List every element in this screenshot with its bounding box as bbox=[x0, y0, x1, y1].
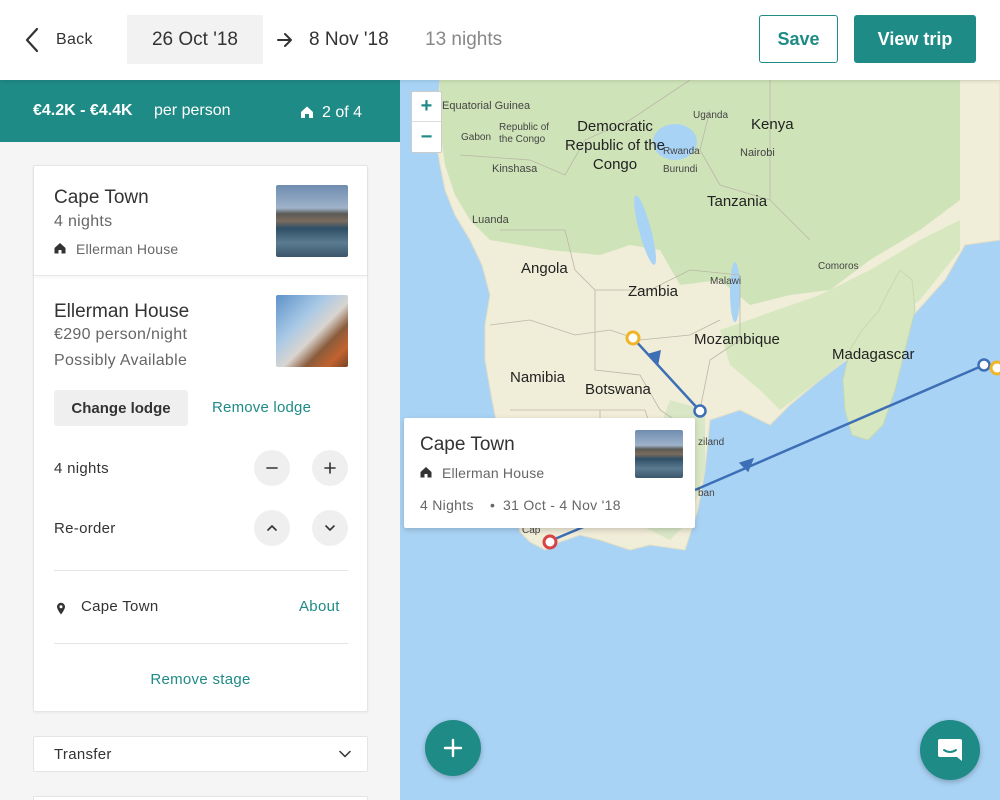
decrease-nights-button[interactable] bbox=[254, 450, 290, 486]
divider bbox=[54, 643, 348, 644]
zoom-in-button[interactable]: + bbox=[412, 92, 441, 122]
lodge-availability: Possibly Available bbox=[54, 352, 188, 369]
popup-title: Cape Town bbox=[420, 434, 515, 455]
location-name: Cape Town bbox=[81, 598, 159, 615]
increase-nights-button[interactable] bbox=[312, 450, 348, 486]
next-stage-card[interactable] bbox=[33, 796, 368, 800]
lodge-price: €290 person/night bbox=[54, 326, 188, 343]
about-link[interactable]: About bbox=[299, 598, 340, 615]
map-label: Republic of the Congo bbox=[499, 122, 550, 145]
separator-dot: • bbox=[490, 497, 495, 513]
move-down-button[interactable] bbox=[312, 510, 348, 546]
map-label: Namibia bbox=[510, 369, 566, 386]
map-label: Uganda bbox=[693, 110, 729, 121]
divider bbox=[54, 570, 348, 571]
map-label: ban bbox=[698, 488, 715, 499]
map-label: Comoros bbox=[818, 261, 859, 272]
marker-mauritius-b bbox=[989, 360, 1000, 376]
nights-label: 4 nights bbox=[54, 460, 109, 477]
minus-icon bbox=[266, 467, 278, 469]
chat-icon bbox=[938, 739, 962, 761]
per-person-label: per person bbox=[154, 102, 231, 119]
lodge-photo[interactable] bbox=[276, 295, 348, 367]
plus-icon bbox=[443, 738, 463, 758]
chevron-down-icon bbox=[325, 525, 335, 531]
popup-dates: 31 Oct - 4 Nov '18 bbox=[503, 497, 621, 513]
marker-cape-town bbox=[542, 534, 558, 550]
itinerary-sidebar: €4.2K - €4.4K per person 2 of 4 Cape Tow… bbox=[0, 80, 400, 800]
map-label: Zambia bbox=[628, 283, 679, 300]
marker-kruger bbox=[693, 404, 707, 418]
map-label: Nairobi bbox=[740, 147, 775, 159]
start-date-picker[interactable]: 26 Oct '18 bbox=[127, 15, 263, 64]
trip-nights: 13 nights bbox=[425, 29, 503, 50]
map-label: Mozambique bbox=[694, 331, 780, 348]
plus-icon bbox=[324, 462, 336, 474]
popup-lodge: Ellerman House bbox=[442, 465, 545, 481]
marker-victoria-falls bbox=[625, 330, 641, 346]
route-arrow bbox=[738, 457, 755, 473]
zoom-controls: + − bbox=[411, 91, 442, 153]
chat-button[interactable] bbox=[920, 720, 980, 780]
map-label: Botswana bbox=[585, 381, 651, 398]
chevron-up-icon bbox=[267, 525, 277, 531]
zoom-out-button[interactable]: − bbox=[412, 122, 441, 152]
stage-counter: 2 of 4 bbox=[322, 104, 363, 121]
trip-map[interactable]: Equatorial Guinea Gabon Republic of the … bbox=[400, 80, 1000, 800]
map-label: Tanzania bbox=[707, 193, 768, 210]
map-label: Luanda bbox=[472, 214, 509, 226]
popup-photo bbox=[635, 430, 683, 478]
top-bar: Back 26 Oct '18 8 Nov '18 13 nights Save… bbox=[0, 0, 1000, 80]
map-label: Angola bbox=[521, 260, 568, 277]
stage-card: Cape Town 4 nights Ellerman House Ellerm… bbox=[33, 165, 368, 712]
lake-malawi bbox=[730, 262, 740, 322]
price-range: €4.2K - €4.4K bbox=[33, 102, 133, 119]
map-label: Gabon bbox=[461, 132, 492, 143]
remove-stage-button[interactable]: Remove stage bbox=[34, 671, 367, 688]
back-label: Back bbox=[56, 31, 93, 48]
add-stage-button[interactable] bbox=[425, 720, 481, 776]
map-popup[interactable]: Cape Town Ellerman House 4 Nights • 31 O… bbox=[404, 418, 695, 528]
popup-nights: 4 Nights bbox=[420, 497, 474, 513]
reorder-label: Re-order bbox=[54, 520, 116, 537]
map-label: ziland bbox=[698, 437, 725, 448]
save-button[interactable]: Save bbox=[759, 15, 838, 63]
end-date-picker[interactable]: 8 Nov '18 bbox=[309, 29, 389, 51]
back-button[interactable]: Back bbox=[24, 26, 93, 54]
home-icon bbox=[54, 243, 66, 254]
chevron-down-icon bbox=[339, 750, 351, 758]
lodge-title: Ellerman House bbox=[54, 301, 190, 322]
home-icon bbox=[301, 106, 313, 118]
map-label: Kinshasa bbox=[492, 163, 538, 175]
map-label: Equatorial Guinea bbox=[442, 100, 531, 112]
stage-header[interactable]: Cape Town 4 nights Ellerman House bbox=[34, 166, 367, 276]
remove-lodge-button[interactable]: Remove lodge bbox=[212, 399, 311, 416]
map-label: Democratic Republic of the Congo bbox=[564, 118, 666, 173]
price-summary-bar: €4.2K - €4.4K per person 2 of 4 bbox=[0, 80, 400, 142]
location-pin-icon bbox=[57, 602, 65, 615]
view-trip-button[interactable]: View trip bbox=[854, 15, 976, 63]
change-lodge-button[interactable]: Change lodge bbox=[54, 390, 188, 426]
home-icon bbox=[420, 467, 432, 478]
stage-photo bbox=[276, 185, 348, 257]
map-label: Madagascar bbox=[832, 346, 915, 363]
marker-mauritius-a bbox=[977, 358, 991, 372]
move-up-button[interactable] bbox=[254, 510, 290, 546]
transfer-label: Transfer bbox=[54, 746, 112, 763]
transfer-dropdown[interactable]: Transfer bbox=[33, 736, 368, 772]
map-label: Kenya bbox=[751, 116, 794, 133]
stage-lodge-name: Ellerman House bbox=[76, 241, 179, 257]
map-label: Burundi bbox=[663, 164, 698, 175]
chevron-left-icon bbox=[25, 27, 39, 53]
map-label: Malawi bbox=[710, 276, 742, 287]
map-label: Rwanda bbox=[663, 146, 700, 157]
stage-nights: 4 nights bbox=[54, 213, 113, 230]
stage-title: Cape Town bbox=[54, 187, 149, 208]
arrow-right-icon bbox=[277, 33, 292, 47]
